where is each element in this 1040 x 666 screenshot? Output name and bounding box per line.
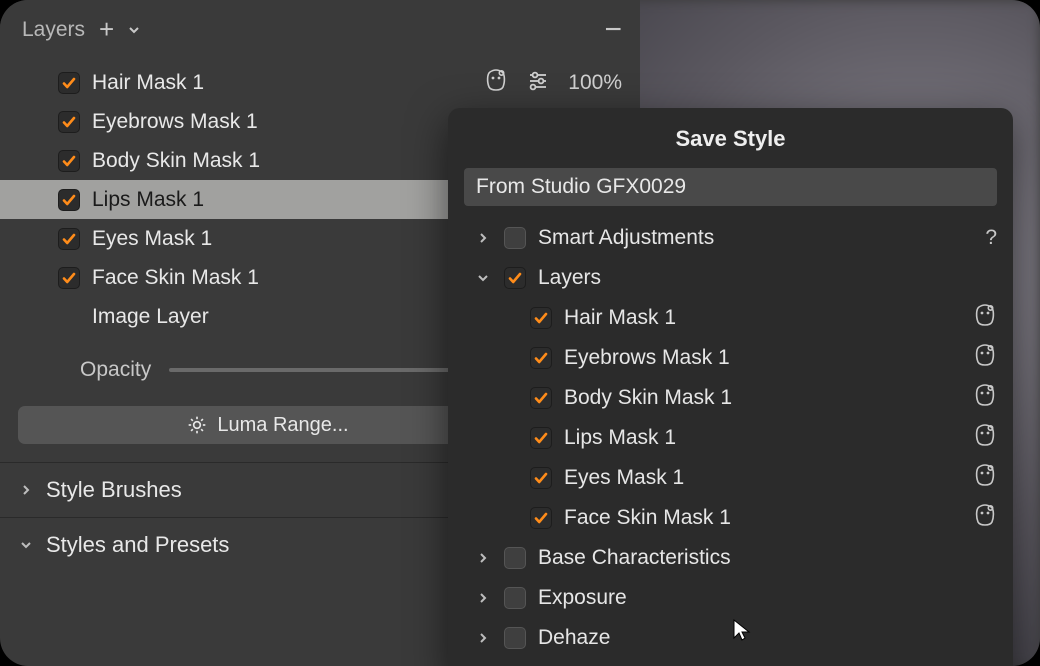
face-mask-icon <box>973 503 997 533</box>
tree-child-row[interactable]: Body Skin Mask 1 <box>464 378 997 418</box>
app-viewport: Layers + − Hair Mask 1 100% Eyebrows Mask … <box>0 0 1040 666</box>
group-include-checkbox[interactable] <box>504 547 526 569</box>
group-include-checkbox[interactable] <box>504 587 526 609</box>
style-name-input[interactable]: From Studio GFX0029 <box>464 168 997 206</box>
layer-name: Eyebrows Mask 1 <box>92 110 472 134</box>
save-style-tree: Smart Adjustments? Layers Hair Mask 1 Eyebr… <box>448 216 1013 666</box>
adjustments-icon[interactable] <box>526 68 550 98</box>
tree-child-row[interactable]: Hair Mask 1 <box>464 298 997 338</box>
style-name-value: From Studio GFX0029 <box>476 175 686 198</box>
child-label: Eyebrows Mask 1 <box>564 346 961 370</box>
tree-child-row[interactable]: Lips Mask 1 <box>464 418 997 458</box>
group-label: Dehaze <box>538 626 997 650</box>
child-include-checkbox[interactable] <box>530 427 552 449</box>
luma-range-label: Luma Range... <box>217 414 348 437</box>
disclosure-icon[interactable] <box>474 232 492 244</box>
face-mask-icon <box>973 343 997 373</box>
tree-child-row[interactable]: Face Skin Mask 1 <box>464 498 997 538</box>
group-label: Layers <box>538 266 997 290</box>
add-layer-menu-chevron[interactable] <box>128 24 140 36</box>
add-layer-button[interactable]: + <box>99 14 114 45</box>
style-brushes-label: Style Brushes <box>46 477 182 503</box>
opacity-label: Opacity <box>80 358 151 382</box>
tree-group-row[interactable]: Smart Adjustments? <box>464 218 997 258</box>
layer-opacity-value: 100% <box>568 71 622 95</box>
layer-row[interactable]: Hair Mask 1 100% <box>0 63 640 102</box>
child-label: Face Skin Mask 1 <box>564 506 961 530</box>
save-style-title: Save Style <box>448 108 1013 168</box>
luma-range-button[interactable]: Luma Range... <box>18 406 518 444</box>
face-mask-icon <box>973 423 997 453</box>
tree-group-row[interactable]: Layers <box>464 258 997 298</box>
brightness-icon <box>187 415 207 435</box>
child-label: Body Skin Mask 1 <box>564 386 961 410</box>
child-include-checkbox[interactable] <box>530 467 552 489</box>
chevron-down-icon <box>18 539 34 551</box>
disclosure-icon[interactable] <box>474 272 492 284</box>
group-label: Base Characteristics <box>538 546 997 570</box>
tree-group-row[interactable]: Exposure <box>464 578 997 618</box>
tree-child-row[interactable]: Eyebrows Mask 1 <box>464 338 997 378</box>
chevron-right-icon <box>18 484 34 496</box>
child-label: Lips Mask 1 <box>564 426 961 450</box>
group-include-checkbox[interactable] <box>504 267 526 289</box>
face-mask-icon <box>973 383 997 413</box>
child-include-checkbox[interactable] <box>530 387 552 409</box>
group-label: Smart Adjustments <box>538 226 973 250</box>
save-style-popover: Save Style From Studio GFX0029 Smart Adj… <box>448 108 1013 666</box>
child-include-checkbox[interactable] <box>530 507 552 529</box>
child-label: Eyes Mask 1 <box>564 466 961 490</box>
disclosure-icon[interactable] <box>474 552 492 564</box>
layer-visibility-checkbox[interactable] <box>58 228 80 250</box>
styles-presets-label: Styles and Presets <box>46 532 229 558</box>
group-include-checkbox[interactable] <box>504 227 526 249</box>
face-mask-icon <box>973 463 997 493</box>
layers-panel-header: Layers + − <box>0 0 640 55</box>
disclosure-icon[interactable] <box>474 632 492 644</box>
face-mask-icon[interactable] <box>484 68 508 98</box>
child-include-checkbox[interactable] <box>530 347 552 369</box>
help-icon[interactable]: ? <box>985 226 997 250</box>
group-include-checkbox[interactable] <box>504 627 526 649</box>
child-include-checkbox[interactable] <box>530 307 552 329</box>
tree-group-row[interactable]: Base Characteristics <box>464 538 997 578</box>
layer-visibility-checkbox[interactable] <box>58 150 80 172</box>
layer-name: Hair Mask 1 <box>92 71 472 95</box>
disclosure-icon[interactable] <box>474 592 492 604</box>
group-label: Exposure <box>538 586 997 610</box>
layers-panel-title: Layers <box>22 18 85 42</box>
layer-visibility-checkbox[interactable] <box>58 111 80 133</box>
tree-group-row[interactable]: Dehaze <box>464 618 997 658</box>
child-label: Hair Mask 1 <box>564 306 961 330</box>
layer-visibility-checkbox[interactable] <box>58 72 80 94</box>
layer-visibility-checkbox[interactable] <box>58 189 80 211</box>
tree-child-row[interactable]: Eyes Mask 1 <box>464 458 997 498</box>
layer-visibility-checkbox[interactable] <box>58 267 80 289</box>
face-mask-icon <box>973 303 997 333</box>
